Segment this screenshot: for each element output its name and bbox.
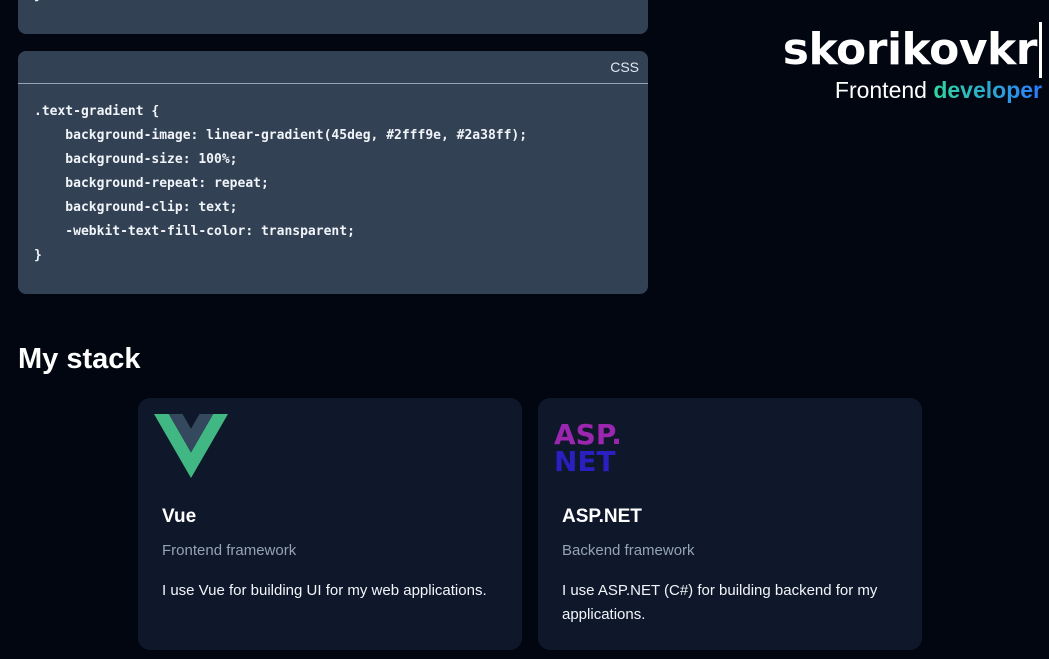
code-body: .text-gradient { background-image: linea… xyxy=(18,84,648,268)
brand-name-row: skorikovkr xyxy=(783,22,1042,78)
card-subtitle: Backend framework xyxy=(562,542,695,559)
card-description: I use ASP.NET (C#) for building backend … xyxy=(562,582,878,623)
code-line: -webkit-text-fill-color: transparent; xyxy=(34,224,355,239)
code-line: } xyxy=(34,248,42,263)
brand-name: skorikovkr xyxy=(782,24,1038,75)
aspnet-logo-text-bottom: NET xyxy=(554,445,616,478)
stack-card-vue[interactable]: Vue Frontend framework I use Vue for bui… xyxy=(138,398,522,650)
code-line: background-repeat: repeat; xyxy=(34,176,269,191)
code-line: background-size: 100%; xyxy=(34,152,238,167)
code-language-label: CSS xyxy=(610,59,639,75)
card-title: Vue xyxy=(162,506,197,527)
code-text: } xyxy=(34,0,42,3)
code-line: background-clip: text; xyxy=(34,200,238,215)
typing-cursor xyxy=(1039,22,1042,78)
code-block-previous: } xyxy=(18,0,648,34)
card-subtitle: Frontend framework xyxy=(162,542,297,559)
aspnet-logo-icon: ASP. NET xyxy=(554,418,622,478)
brand-subtitle-plain: Frontend xyxy=(834,77,927,103)
code-block: CSS .text-gradient { background-image: l… xyxy=(18,51,648,294)
page: } CSS .text-gradient { background-image:… xyxy=(0,0,1049,659)
code-header: CSS xyxy=(18,51,648,84)
brand[interactable]: skorikovkr Frontend developer xyxy=(783,22,1042,104)
code-line: background-image: linear-gradient(45deg,… xyxy=(34,128,528,143)
card-title: ASP.NET xyxy=(562,506,642,527)
section-title: My stack xyxy=(18,343,141,375)
brand-subtitle-accent: developer xyxy=(933,77,1042,103)
code-line: .text-gradient { xyxy=(34,104,160,119)
vue-logo-icon xyxy=(154,414,228,478)
brand-subtitle: Frontend developer xyxy=(783,76,1042,104)
stack-card-aspnet[interactable]: ASP. NET ASP.NET Backend framework I use… xyxy=(538,398,922,650)
card-description: I use Vue for building UI for my web app… xyxy=(162,582,487,599)
